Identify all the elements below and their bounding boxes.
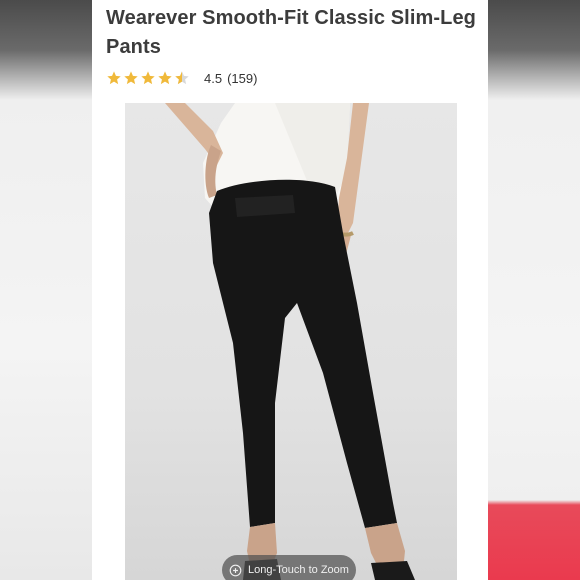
zoom-hint: Long-Touch to Zoom [222, 555, 356, 580]
backdrop-right [488, 0, 580, 580]
backdrop-left [0, 0, 92, 580]
star-icon [141, 71, 155, 85]
zoom-in-icon [229, 564, 242, 576]
review-count[interactable]: (159) [227, 71, 257, 86]
product-photo[interactable] [125, 103, 457, 580]
half-star-icon [175, 71, 189, 85]
star-icon [107, 71, 121, 85]
model-illustration [165, 103, 415, 580]
product-title: Wearever Smooth-Fit Classic Slim-Leg Pan… [106, 7, 476, 58]
rating-row[interactable]: 4.5 (159) [106, 67, 257, 89]
product-card: Wearever Smooth-Fit Classic Slim-Leg Pan… [92, 0, 488, 580]
rating-value: 4.5 [204, 70, 223, 86]
zoom-hint-label: Long-Touch to Zoom [248, 564, 349, 576]
rating-stars [106, 70, 190, 86]
star-icon [158, 71, 172, 85]
star-icon [124, 71, 138, 85]
